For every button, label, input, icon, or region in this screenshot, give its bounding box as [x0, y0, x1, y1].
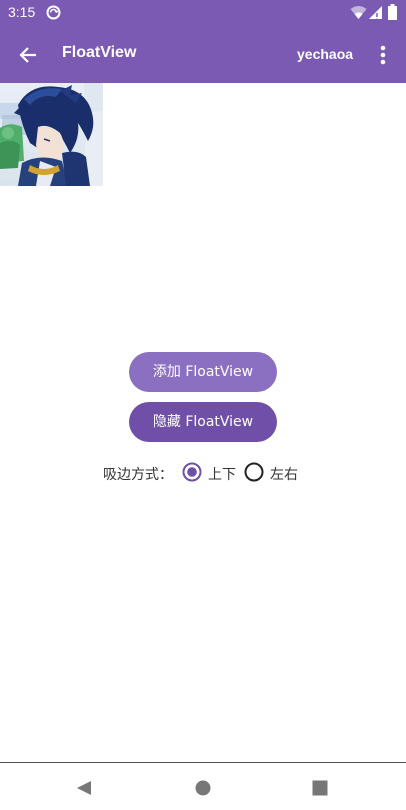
radio-option-label: 左右 [270, 467, 298, 483]
status-time: 3:15 [8, 4, 36, 20]
nav-back-icon[interactable] [76, 780, 92, 796]
radio-checked-icon[interactable] [182, 462, 202, 482]
signal-icon [369, 6, 382, 19]
nav-recent-apps-icon[interactable] [312, 780, 328, 796]
edge-mode-label: 吸边方式： [103, 467, 173, 483]
add-floatview-button[interactable]: 添加 FloatView [129, 352, 277, 392]
hide-floatview-button[interactable]: 隐藏 FloatView [129, 402, 277, 442]
radio-option-left-right[interactable]: 左右 [244, 460, 304, 484]
arrow-back-icon[interactable] [14, 40, 44, 70]
status-bar: 3:15 [0, 0, 406, 26]
radio-option-up-down[interactable]: 上下 [182, 460, 242, 484]
battery-icon [388, 4, 397, 20]
sync-icon [46, 5, 61, 20]
system-nav-bar [0, 762, 406, 810]
radio-unchecked-icon[interactable] [244, 462, 264, 482]
anime-avatar-image [0, 83, 103, 186]
screen: 3:15 FloatView yechaoa 添加 FloatView 隐藏 F… [0, 0, 406, 810]
float-view-image[interactable] [0, 83, 103, 186]
app-title: FloatView [62, 44, 137, 61]
radio-option-label: 上下 [208, 467, 236, 483]
more-vert-icon[interactable] [372, 40, 394, 70]
app-bar: FloatView yechaoa [0, 26, 406, 83]
menu-action-yechaoa[interactable]: yechaoa [297, 46, 353, 62]
wifi-icon [350, 6, 367, 19]
nav-home-icon[interactable] [195, 780, 211, 796]
